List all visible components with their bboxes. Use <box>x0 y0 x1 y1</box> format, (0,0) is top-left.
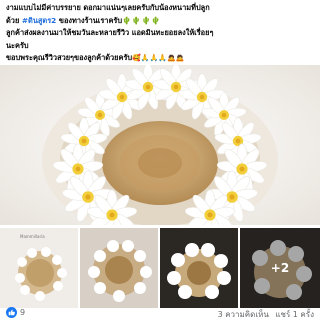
reactions-bar: 9 3 ความคิดเห็น แชร์ 1 ครั้ง <box>0 307 320 320</box>
thumb-1-image: Mammillaria <box>0 228 78 308</box>
thanks-emoji: 🥰🙏🙏🙏🙇🙇 <box>132 54 185 63</box>
thumbnail-3[interactable] <box>160 228 238 308</box>
post-line-5: ขอบพระคุณรีวิวสวยๆของลูกค้าด้วยครับ🥰🙏🙏🙏🙇… <box>6 52 314 65</box>
post-line-3: ลูกค้าส่งผลงานมาให้ชมวันละหลายรีวิว แอดม… <box>6 28 214 38</box>
thumbs-up-icon[interactable] <box>6 307 17 318</box>
shares-count[interactable]: แชร์ 1 ครั้ง <box>275 310 314 319</box>
post-line-2-prefix: ด้วย <box>6 15 22 25</box>
post-line-5-text: ขอบพระคุณรีวิวสวยๆของลูกค้าด้วยครับ <box>6 53 133 63</box>
post-text: งามแบบไม่มีค่าบรรยาย ดอกมาแน่นๆเลยครับกั… <box>6 2 314 65</box>
post-line-1: งามแบบไม่มีค่าบรรยาย ดอกมาแน่นๆเลยครับกั… <box>6 3 210 12</box>
main-photo[interactable] <box>0 65 320 225</box>
thumb-3-image <box>160 228 238 308</box>
cactus-flower-image <box>0 65 320 225</box>
engagement-stats: 3 ความคิดเห็น แชร์ 1 ครั้ง <box>218 308 314 321</box>
thumbnail-2[interactable] <box>80 228 158 308</box>
reaction-count[interactable]: 9 <box>20 308 25 317</box>
thumb-1-caption: Mammillaria <box>20 234 45 239</box>
comments-count[interactable]: 3 ความคิดเห็น <box>218 310 269 319</box>
post-line-2: ด้วย #ดินสูตร2 ของทางร้านเราครับ🌵🌵🌵🌵 <box>6 15 314 28</box>
more-photos-count: +2 <box>270 261 290 275</box>
thumbnail-1[interactable]: Mammillaria <box>0 228 78 308</box>
post-line-4: นะครับ <box>6 40 29 50</box>
cactus-emoji: 🌵🌵🌵🌵 <box>122 15 161 25</box>
thumb-2-image <box>80 228 158 308</box>
hashtag-link[interactable]: #ดินสูตร2 <box>22 16 56 25</box>
more-photos-overlay[interactable]: +2 <box>240 228 320 308</box>
thumbnail-4-more[interactable]: +2 <box>240 228 320 308</box>
photo-grid: Mammillaria +2 <box>0 228 320 308</box>
post-line-2-suffix: ของทางร้านเราครับ <box>56 15 123 25</box>
